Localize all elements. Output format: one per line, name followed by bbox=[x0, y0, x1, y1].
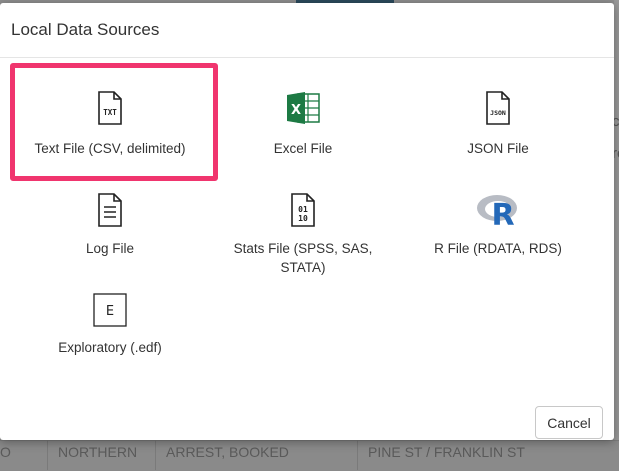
exploratory-file-icon: E bbox=[93, 293, 127, 332]
txt-file-icon: TXT bbox=[95, 90, 125, 131]
stats-file-icon: 01 10 bbox=[288, 192, 318, 233]
svg-text:X: X bbox=[291, 103, 301, 118]
source-log-file[interactable]: Log File bbox=[15, 192, 205, 272]
background-edge bbox=[614, 0, 619, 470]
background-cell-divider bbox=[357, 440, 358, 470]
dialog-title: Local Data Sources bbox=[11, 20, 160, 39]
local-data-sources-dialog: Local Data Sources TXT Text File (CSV, d… bbox=[0, 3, 614, 440]
source-json-file[interactable]: JSON JSON File bbox=[403, 90, 593, 170]
svg-text:JSON: JSON bbox=[490, 109, 506, 117]
svg-text:R: R bbox=[491, 198, 514, 228]
source-exploratory-file[interactable]: E Exploratory (.edf) bbox=[15, 293, 205, 363]
json-file-icon: JSON bbox=[483, 90, 513, 131]
background-cell: PINE ST / FRANKLIN ST bbox=[368, 444, 525, 460]
background-cell: NORTHERN bbox=[58, 444, 138, 460]
source-label: R File (RDATA, RDS) bbox=[434, 241, 562, 256]
background-cell: ARREST, BOOKED bbox=[166, 444, 289, 460]
source-label: JSON File bbox=[467, 141, 529, 156]
source-r-file[interactable]: R R File (RDATA, RDS) bbox=[403, 192, 593, 272]
cancel-button[interactable]: Cancel bbox=[535, 406, 603, 439]
background-cell-divider bbox=[47, 440, 48, 470]
svg-text:10: 10 bbox=[298, 214, 308, 223]
source-label: Exploratory (.edf) bbox=[58, 340, 162, 355]
svg-text:01: 01 bbox=[298, 205, 308, 214]
dialog-header: Local Data Sources bbox=[0, 3, 614, 58]
source-label: Excel File bbox=[273, 141, 333, 156]
svg-text:E: E bbox=[106, 304, 114, 319]
r-logo-icon: R bbox=[475, 192, 521, 233]
background-cell: O bbox=[0, 444, 11, 460]
svg-text:TXT: TXT bbox=[103, 108, 117, 117]
source-label: Stats File (SPSS, SAS, STATA) bbox=[233, 241, 373, 275]
excel-file-icon: X bbox=[285, 90, 321, 131]
source-stats-file[interactable]: 01 10 Stats File (SPSS, SAS, STATA) bbox=[208, 192, 398, 282]
source-label: Log File bbox=[85, 241, 135, 256]
source-text-file[interactable]: TXT Text File (CSV, delimited) bbox=[15, 90, 205, 170]
source-label: Text File (CSV, delimited) bbox=[34, 141, 186, 156]
log-file-icon bbox=[95, 192, 125, 233]
background-cell-divider bbox=[155, 440, 156, 470]
source-excel-file[interactable]: X Excel File bbox=[208, 90, 398, 170]
